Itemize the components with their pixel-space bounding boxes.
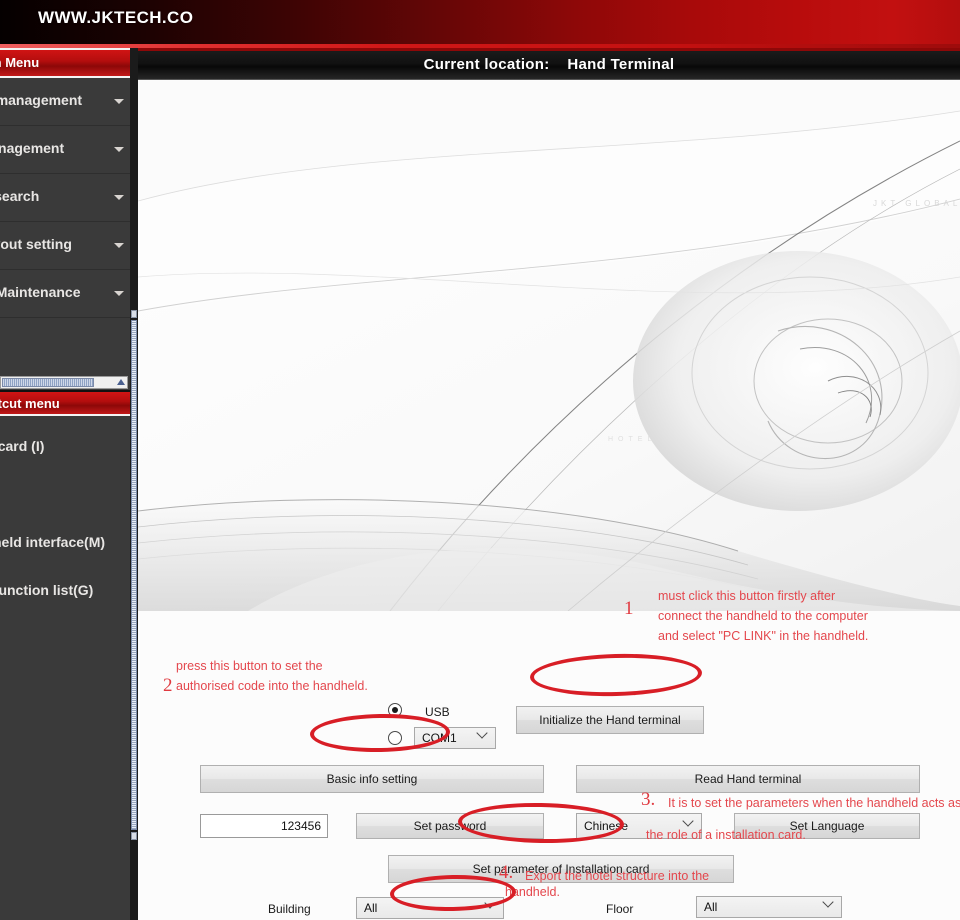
sidebar-item-label: Card management: [0, 140, 65, 156]
basic-info-setting-button[interactable]: Basic info setting: [200, 765, 544, 793]
annotation-number-2: 2: [163, 675, 173, 696]
sidebar-main-menu-header: Main Menu: [0, 50, 130, 78]
scrollbar-thumb[interactable]: [131, 320, 137, 830]
shortcut-item-handheld-interface[interactable]: Handheld interface(M): [0, 528, 130, 562]
annotation-3-line-2: the role of a installation card.: [646, 828, 806, 842]
sidebar-item-label: System management: [0, 92, 83, 108]
main-content: Current location: Hand Terminal JKT GLOB…: [138, 48, 960, 920]
current-location-label: Current location:: [423, 56, 550, 73]
com-port-value: COM1: [422, 731, 457, 745]
chevron-down-icon: [114, 147, 124, 152]
floor-select[interactable]: All: [696, 896, 842, 918]
current-location-bar: Current location: Hand Terminal: [138, 51, 960, 80]
annotation-2-line-2: authorised code into the handheld.: [176, 679, 368, 693]
floor-value: All: [704, 900, 718, 914]
annotation-1-line-2: connect the handheld to the computer: [658, 609, 868, 623]
sidebar-menu-list: System management Card management Record…: [0, 78, 130, 318]
radio-com[interactable]: [388, 731, 402, 745]
radio-usb[interactable]: [388, 703, 402, 717]
initialize-hand-terminal-button[interactable]: Initialize the Hand terminal: [516, 706, 704, 734]
annotation-number-4: 4.: [499, 862, 514, 883]
chevron-down-icon: [476, 727, 488, 739]
password-input[interactable]: 123456: [200, 814, 328, 838]
shortcut-item-label: Issue card (I): [0, 438, 45, 454]
building-label: Building: [268, 902, 311, 916]
shortcut-item-label: Main function list(G): [0, 582, 94, 598]
chevron-down-icon: [114, 243, 124, 248]
annotation-2-line-1: press this button to set the: [176, 659, 323, 673]
sidebar-item-system-management[interactable]: System management: [0, 78, 130, 126]
svg-text:JKT GLOBAL: JKT GLOBAL: [873, 199, 960, 208]
annotation-number-1: 1: [624, 598, 634, 619]
language-value: Chinese: [584, 819, 629, 833]
sidebar-item-system-maintenance[interactable]: System Maintenance: [0, 270, 130, 318]
sidebar: Main Menu System management Card managem…: [0, 48, 130, 920]
sidebar-shortcut-menu-header: Shortcut menu: [0, 390, 130, 416]
annotation-4-line-2: handheld.: [505, 885, 560, 899]
site-title: WWW.JKTECH.CO: [38, 8, 194, 27]
chevron-down-icon: [484, 897, 496, 909]
background-watermark-image: JKT GLOBAL HOTEL: [138, 81, 960, 611]
sidebar-item-record-search[interactable]: Record search: [0, 174, 130, 222]
top-banner: WWW.JKTECH.CO: [0, 0, 960, 44]
svg-text:HOTEL: HOTEL: [608, 436, 656, 443]
sidebar-horizontal-scrollbar[interactable]: [0, 376, 128, 389]
annotation-1-line-3: and select "PC LINK" in the handheld.: [658, 629, 869, 643]
shortcut-item-issue-card[interactable]: Issue card (I): [0, 432, 130, 466]
current-location-value: Hand Terminal: [567, 56, 675, 73]
annotation-3-line-1: It is to set the parameters when the han…: [668, 796, 960, 810]
com-port-select[interactable]: COM1: [414, 727, 496, 749]
usb-label: USB: [425, 705, 450, 719]
annotation-number-3: 3.: [641, 789, 656, 810]
annotation-1-line-1: must click this button firstly after: [658, 589, 836, 603]
sidebar-item-label: System Maintenance: [0, 284, 81, 300]
scroll-down-arrow-icon[interactable]: [131, 832, 137, 840]
scroll-up-arrow-icon[interactable]: [131, 310, 137, 318]
shortcut-menu-title: Shortcut menu: [0, 396, 60, 411]
chevron-down-icon: [114, 195, 124, 200]
chevron-down-icon: [114, 291, 124, 296]
chevron-down-icon: [822, 896, 834, 908]
sidebar-shortcut-list: Issue card (I) Handheld interface(M) Mai…: [0, 418, 130, 920]
scroll-arrow-icon[interactable]: [117, 379, 125, 385]
application-window: WWW.JKTECH.CO Main Menu System managemen…: [0, 0, 960, 920]
breadcrumb: Current location: Hand Terminal: [138, 56, 960, 73]
main-menu-title: Main Menu: [0, 55, 40, 70]
shortcut-item-label: Handheld interface(M): [0, 534, 106, 550]
sidebar-item-label: Record search: [0, 188, 40, 204]
abstract-curve-artwork: JKT GLOBAL HOTEL: [138, 81, 960, 611]
building-select[interactable]: All: [356, 897, 504, 919]
floor-label: Floor: [606, 902, 634, 916]
sidebar-vertical-scrollbar[interactable]: [130, 48, 138, 920]
set-password-button[interactable]: Set password: [356, 813, 544, 839]
scrollbar-thumb[interactable]: [2, 378, 94, 387]
read-hand-terminal-button[interactable]: Read Hand terminal: [576, 765, 920, 793]
chevron-down-icon: [114, 99, 124, 104]
shortcut-item-main-function-list[interactable]: Main function list(G): [0, 576, 130, 610]
sidebar-item-label: Hotel layout setting: [0, 236, 72, 252]
sidebar-item-hotel-layout-setting[interactable]: Hotel layout setting: [0, 222, 130, 270]
sidebar-item-card-management[interactable]: Card management: [0, 126, 130, 174]
building-value: All: [364, 901, 378, 915]
